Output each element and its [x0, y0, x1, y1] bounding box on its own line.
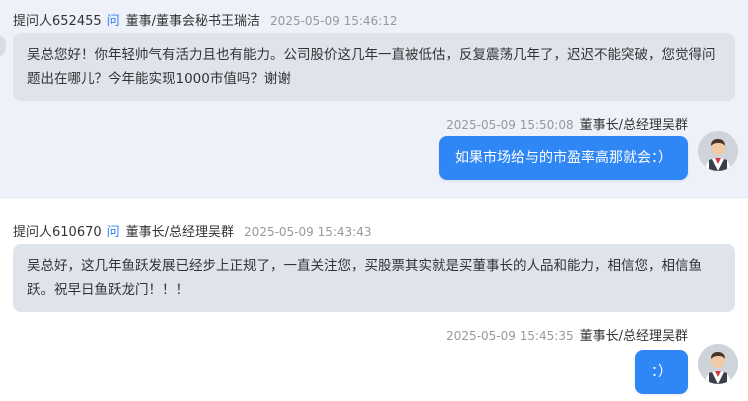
qa-thread-2: 提问人610670 问董事长/总经理吴群 2025-05-09 15:43:43 吴…: [0, 198, 748, 401]
question-tag: 问: [106, 14, 120, 29]
answer-header: 2025-05-09 15:50:08 董事长/总经理吴群: [446, 114, 688, 133]
question-time: 2025-05-09 15:46:12: [270, 14, 398, 28]
answer-text: ：）: [651, 364, 672, 380]
user-avatar-icon[interactable]: [698, 131, 738, 171]
answer-text: 如果市场给与的市盈率高那就会：）: [455, 150, 672, 166]
answer-header: 2025-05-09 15:45:35 董事长/总经理吴群: [446, 325, 688, 344]
question-time: 2025-05-09 15:43:43: [244, 225, 372, 239]
answer-responder: 董事长/总经理吴群: [579, 118, 688, 133]
asker-name[interactable]: 提问人652455: [13, 14, 102, 29]
question-recipient: 董事长/总经理吴群: [125, 225, 235, 240]
answer-bubble: 如果市场给与的市盈率高那就会：）: [439, 136, 688, 180]
answer-responder: 董事长/总经理吴群: [579, 329, 688, 344]
question-tag: 问: [106, 225, 120, 240]
question-bubble: 吴总好，这几年鱼跃发展已经步上正规了，一直关注您，买股票其实就是买董事长的人品和…: [13, 244, 735, 312]
question-header: 提问人610670 问董事长/总经理吴群 2025-05-09 15:43:43: [13, 221, 372, 240]
question-bubble: 吴总您好！你年轻帅气有活力且也有能力。公司股价这几年一直被低估，反复震荡几年了，…: [13, 33, 735, 101]
asker-name[interactable]: 提问人610670: [13, 225, 102, 240]
question-recipient: 董事/董事会秘书王瑞洁: [125, 14, 261, 29]
asker-avatar-edge: [0, 36, 6, 56]
question-text: 吴总好，这几年鱼跃发展已经步上正规了，一直关注您，买股票其实就是买董事长的人品和…: [27, 258, 702, 298]
answer-time: 2025-05-09 15:45:35: [446, 329, 574, 343]
qa-thread-1: 提问人652455 问董事/董事会秘书王瑞洁 2025-05-09 15:46:12…: [0, 0, 748, 197]
answer-time: 2025-05-09 15:50:08: [446, 118, 574, 132]
user-avatar-icon[interactable]: [698, 344, 738, 384]
answer-bubble: ：）: [635, 350, 688, 394]
question-header: 提问人652455 问董事/董事会秘书王瑞洁 2025-05-09 15:46:12: [13, 10, 398, 29]
question-text: 吴总您好！你年轻帅气有活力且也有能力。公司股价这几年一直被低估，反复震荡几年了，…: [27, 47, 716, 87]
